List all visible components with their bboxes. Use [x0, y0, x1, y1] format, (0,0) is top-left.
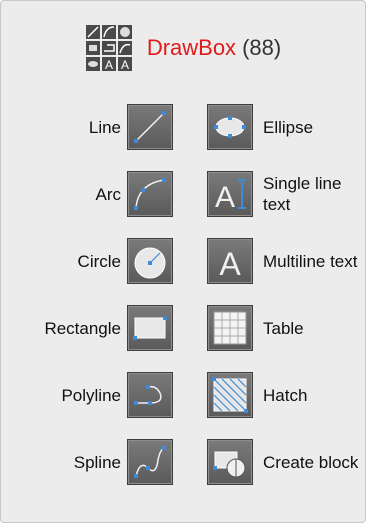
item-count: (88) — [242, 35, 282, 60]
polyline-label: Polyline — [61, 385, 121, 405]
rectangle-label: Rectangle — [44, 318, 121, 338]
single-line-text-label: Single line text — [263, 174, 342, 214]
create-block-icon[interactable] — [207, 439, 253, 485]
single-line-text-icon[interactable]: A — [207, 171, 253, 217]
ellipse-label: Ellipse — [263, 117, 314, 137]
app-title: DrawBox — [146, 35, 237, 60]
svg-text:A: A — [219, 246, 241, 281]
multiline-text-label: Multiline text — [263, 251, 358, 271]
spline-item[interactable]: Spline — [11, 439, 173, 485]
arc-item[interactable]: Arc — [11, 171, 173, 217]
multiline-text-item[interactable]: A Multiline text — [207, 238, 363, 284]
table-icon[interactable] — [207, 305, 253, 351]
rectangle-icon[interactable] — [127, 305, 173, 351]
single-line-text-item[interactable]: A Single line text — [207, 171, 363, 217]
svg-text:A: A — [215, 181, 235, 214]
table-item[interactable]: Table — [207, 305, 363, 351]
create-block-label: Create block — [263, 452, 359, 472]
hatch-icon[interactable] — [207, 372, 253, 418]
polyline-icon[interactable] — [127, 372, 173, 418]
ellipse-item[interactable]: Ellipse — [207, 104, 363, 150]
circle-icon[interactable] — [127, 238, 173, 284]
line-item[interactable]: Line — [11, 104, 173, 150]
header: A A DrawBox (88) — [1, 23, 365, 73]
svg-text:A: A — [121, 58, 129, 72]
spline-icon[interactable] — [127, 439, 173, 485]
circle-label: Circle — [77, 251, 121, 271]
drawbox-panel: A A DrawBox (88) Line Ellipse Arc A Sing… — [0, 0, 366, 523]
create-block-item[interactable]: Create block — [207, 439, 363, 485]
drawbox-icon: A A — [84, 24, 133, 72]
line-label: Line — [88, 117, 121, 137]
circle-item[interactable]: Circle — [11, 238, 173, 284]
polyline-item[interactable]: Polyline — [11, 372, 173, 418]
arc-icon[interactable] — [127, 171, 173, 217]
hatch-item[interactable]: Hatch — [207, 372, 363, 418]
hatch-label: Hatch — [263, 385, 308, 405]
table-label: Table — [263, 318, 304, 338]
line-icon[interactable] — [127, 104, 173, 150]
rectangle-item[interactable]: Rectangle — [11, 305, 173, 351]
spline-label: Spline — [73, 452, 121, 472]
svg-text:A: A — [105, 58, 113, 72]
arc-label: Arc — [95, 184, 122, 204]
ellipse-icon[interactable] — [207, 104, 253, 150]
multiline-text-icon[interactable]: A — [207, 238, 253, 284]
